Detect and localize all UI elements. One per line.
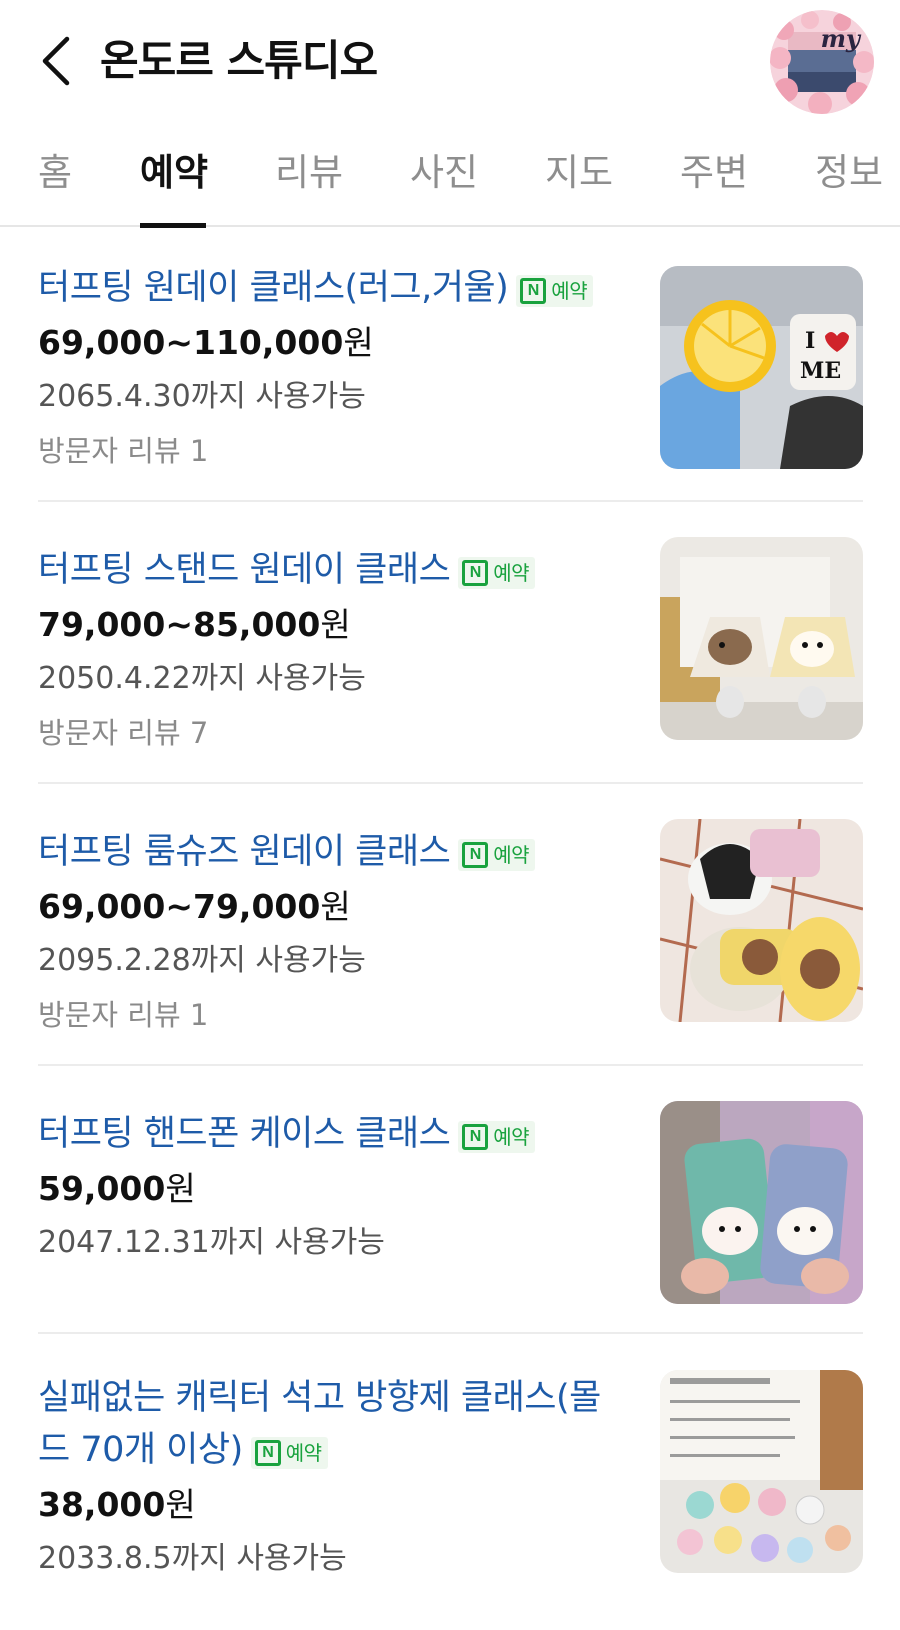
tab-map[interactable]: 지도 — [545, 140, 613, 205]
naver-n-icon: N — [462, 560, 489, 586]
item-title: 터프팅 룸슈즈 원데이 클래스 N 예약 — [38, 826, 628, 878]
page-title: 온도르 스튜디오 — [100, 36, 378, 85]
reservation-badge: N 예약 — [250, 1437, 328, 1469]
thumbnail-image — [660, 1101, 863, 1304]
item-name-link[interactable]: 터프팅 룸슈즈 원데이 클래스 — [38, 832, 451, 872]
tab-reviews[interactable]: 리뷰 — [275, 140, 343, 205]
list-item[interactable]: 터프팅 스탠드 원데이 클래스 N 예약 79,000~85,000원 2050.4… — [38, 537, 863, 756]
badge-label: 예약 — [551, 279, 588, 303]
item-name-link[interactable]: 터프팅 스탠드 원데이 클래스 — [38, 550, 451, 590]
divider — [38, 782, 863, 784]
thumbnail-image — [660, 537, 863, 740]
item-thumbnail[interactable] — [660, 819, 863, 1022]
tab-bar: 홈 예약 리뷰 사진 지도 주변 정보 — [0, 130, 900, 228]
item-title: 터프팅 핸드폰 케이스 클래스 N 예약 — [38, 1108, 628, 1160]
active-tab-indicator — [140, 223, 206, 228]
svg-text:I: I — [805, 328, 815, 354]
reservation-badge: N 예약 — [516, 275, 594, 307]
tab-nearby[interactable]: 주변 — [680, 140, 748, 205]
naver-n-icon: N — [520, 278, 547, 304]
avatar-label: my — [820, 24, 860, 53]
tab-reservation[interactable]: 예약 — [140, 140, 208, 205]
divider — [38, 500, 863, 502]
reservation-badge: N 예약 — [458, 839, 536, 871]
reservation-badge: N 예약 — [458, 1121, 536, 1153]
thumbnail-image — [660, 819, 863, 1022]
price-unit: 원 — [320, 605, 351, 644]
badge-label: 예약 — [493, 1125, 530, 1149]
price-value: 79,000~85,000 — [38, 605, 321, 644]
back-button[interactable] — [30, 30, 80, 92]
list-item[interactable]: 실패없는 캐릭터 석고 방향제 클래스(몰드 70개 이상) N 예약 38,000… — [38, 1370, 863, 1582]
badge-label: 예약 — [493, 561, 530, 585]
item-thumbnail[interactable]: I ME — [660, 266, 863, 469]
list-item[interactable]: 터프팅 원데이 클래스(러그,거울) N 예약 69,000~110,000원 20… — [38, 262, 863, 474]
svg-text:ME: ME — [800, 358, 841, 384]
tab-home[interactable]: 홈 — [38, 140, 72, 205]
thumbnail-image: I ME — [660, 266, 863, 469]
price-unit: 원 — [165, 1485, 196, 1524]
price-value: 69,000~110,000 — [38, 323, 344, 362]
thumbnail-image — [660, 1370, 863, 1573]
list-item[interactable]: 터프팅 핸드폰 케이스 클래스 N 예약 59,000원 2047.12.31까지 … — [38, 1101, 863, 1304]
avatar[interactable]: my — [770, 10, 874, 114]
item-name-link[interactable]: 터프팅 핸드폰 케이스 클래스 — [38, 1114, 451, 1154]
item-name-link[interactable]: 터프팅 원데이 클래스(러그,거울) — [38, 268, 509, 308]
list-item[interactable]: 터프팅 룸슈즈 원데이 클래스 N 예약 69,000~79,000원 2095.2… — [38, 819, 863, 1038]
item-title: 터프팅 원데이 클래스(러그,거울) N 예약 — [38, 262, 628, 314]
divider — [38, 1332, 863, 1334]
item-title: 실패없는 캐릭터 석고 방향제 클래스(몰드 70개 이상) N 예약 — [38, 1372, 628, 1476]
item-thumbnail[interactable] — [660, 537, 863, 740]
item-thumbnail[interactable] — [660, 1101, 863, 1304]
item-thumbnail[interactable] — [660, 1370, 863, 1573]
tab-info[interactable]: 정보 — [815, 140, 883, 205]
reservation-badge: N 예약 — [458, 557, 536, 589]
app-header: 온도르 스튜디오 my — [0, 0, 900, 120]
naver-n-icon: N — [254, 1440, 281, 1466]
naver-n-icon: N — [462, 842, 489, 868]
price-unit: 원 — [165, 1169, 196, 1208]
price-value: 38,000 — [38, 1485, 166, 1524]
price-value: 69,000~79,000 — [38, 887, 321, 926]
price-value: 59,000 — [38, 1169, 166, 1208]
badge-label: 예약 — [285, 1441, 322, 1465]
divider — [38, 1064, 863, 1066]
naver-n-icon: N — [462, 1124, 489, 1150]
price-unit: 원 — [320, 887, 351, 926]
item-title: 터프팅 스탠드 원데이 클래스 N 예약 — [38, 544, 628, 596]
price-unit: 원 — [343, 323, 374, 362]
chevron-left-icon — [42, 36, 70, 86]
tab-photos[interactable]: 사진 — [410, 140, 478, 205]
badge-label: 예약 — [493, 843, 530, 867]
